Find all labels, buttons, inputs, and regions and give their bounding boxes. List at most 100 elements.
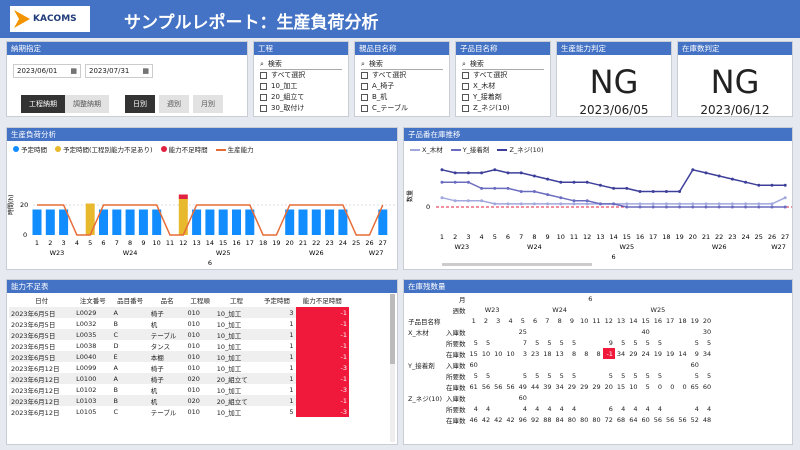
table-cell: 9	[694, 349, 699, 358]
table-cell: 10_加工	[216, 408, 242, 417]
slicer-item[interactable]: C_テーブル	[361, 103, 443, 114]
x-tick-label: 8	[128, 239, 132, 247]
table-cell: 14	[678, 349, 687, 358]
process-search-input[interactable]: ⌕ 検索	[260, 58, 342, 70]
table-cell: 19	[666, 349, 675, 358]
x-tick-label: 20	[286, 239, 294, 247]
slicer-item[interactable]: Z_ネジ(10)	[462, 103, 544, 114]
legend-item[interactable]: Y_接着剤	[450, 144, 489, 154]
column-header[interactable]: 予定時間	[258, 293, 295, 307]
table-cell: 0	[682, 382, 687, 391]
table-cell: 5	[645, 371, 650, 380]
bar-planned-shortage	[85, 203, 95, 235]
week-label: W25	[216, 249, 231, 257]
series-point	[598, 183, 602, 187]
table-cell: タンス	[150, 342, 171, 351]
scrollbar[interactable]	[390, 294, 395, 442]
table-cell: 80	[592, 415, 601, 424]
legend-item[interactable]: 能力不足時間	[160, 144, 208, 154]
stock-chart-label: 子品番在庫推移	[404, 128, 792, 141]
column-header[interactable]: 工程	[215, 293, 259, 307]
column-header[interactable]: 能力不足時間	[296, 293, 350, 307]
table-row: 所要数 5 5 7 5 5 5 5 9 5 5 5 5 5 5	[406, 337, 713, 348]
table-cell: 4	[522, 404, 527, 413]
slicer-item[interactable]: すべて選択	[260, 70, 342, 81]
calendar-icon[interactable]: ▦	[142, 65, 149, 77]
slicer-item[interactable]: すべて選択	[361, 70, 443, 81]
table-cell: 所要数	[446, 372, 466, 381]
table-cell	[504, 326, 516, 337]
table-cell	[504, 359, 516, 370]
table-cell: 88	[543, 415, 552, 424]
column-header[interactable]: 品名	[149, 293, 186, 307]
table-cell: 46	[469, 415, 478, 424]
slicer-item[interactable]: すべて選択	[462, 70, 544, 81]
legend-item[interactable]: 生産能力	[215, 144, 254, 154]
series-point	[783, 196, 787, 200]
header-row: 週数 W23 W24 W25	[406, 304, 713, 315]
due-date-process-button[interactable]: 工程納期	[21, 95, 65, 113]
y-tick-label: 0	[426, 203, 430, 211]
table-row[interactable]: 2023年6月12日 L0105 C テーブル 010 10_加工 5 -3	[9, 406, 349, 417]
slicer-item[interactable]: A_椅子	[361, 81, 443, 92]
legend-item[interactable]: Z_ネジ(10)	[497, 144, 543, 154]
company-logo: KACOMS	[10, 6, 90, 32]
table-cell: 18	[543, 349, 552, 358]
series-point	[717, 202, 721, 206]
legend-item[interactable]: 予定時間	[13, 144, 47, 154]
due-date-adjust-button[interactable]: 調整納期	[65, 95, 109, 113]
calendar-icon[interactable]: ▦	[70, 65, 77, 77]
weekly-button[interactable]: 週別	[159, 95, 189, 113]
series-point	[678, 205, 682, 209]
x-tick-label: 25	[755, 233, 763, 241]
table-cell: 40	[641, 327, 650, 336]
table-cell: 2023年6月5日	[11, 342, 56, 351]
table-cell: 5	[571, 371, 577, 380]
daily-button[interactable]: 日別	[125, 95, 155, 113]
legend-item[interactable]: X_木材	[410, 144, 443, 154]
table-cell	[541, 359, 553, 370]
table-cell: 10	[506, 349, 515, 358]
table-row[interactable]: 2023年6月12日 L0100 A 椅子 020 20_組立て 1 -1	[9, 373, 349, 384]
table-row[interactable]: 2023年6月5日 L0040 E 本棚 010 10_加工 1 -1	[9, 351, 349, 362]
table-row[interactable]: 2023年6月5日 L0038 D タンス 010 10_加工 1 -1	[9, 340, 349, 351]
table-cell: 5	[520, 316, 525, 325]
column-header[interactable]: 日付	[9, 293, 74, 307]
table-row[interactable]: 2023年6月5日 L0032 B 机 010 10_加工 1 -1	[9, 318, 349, 329]
table-row[interactable]: 2023年6月12日 L0099 A 椅子 010 10_加工 1 -3	[9, 362, 349, 373]
date-from-input[interactable]: 2023/06/01 ▦	[13, 64, 81, 78]
table-cell: 2023年6月12日	[9, 395, 75, 406]
table-cell	[676, 359, 688, 370]
monthly-button[interactable]: 月別	[193, 95, 223, 113]
child-search-input[interactable]: ⌕ 検索	[462, 58, 544, 70]
column-header[interactable]: 工程順	[186, 293, 215, 307]
date-to-input[interactable]: 2023/07/31 ▦	[85, 64, 153, 78]
table-row[interactable]: 2023年6月5日 L0035 C テーブル 010 10_加工 1 -1	[9, 329, 349, 340]
series-point	[757, 205, 761, 209]
slicer-item[interactable]: B_机	[361, 92, 443, 103]
series-point	[453, 180, 457, 184]
table-cell: 60	[518, 393, 527, 402]
table-row[interactable]: 2023年6月5日 L0029 A 椅子 010 10_加工 3 -1	[9, 307, 349, 318]
column-header[interactable]: 品目番号	[111, 293, 148, 307]
table-cell: 所要数	[446, 405, 466, 414]
legend-item[interactable]: 予定時間(工程別能力不足あり)	[55, 144, 153, 154]
parent-item-slicer: 親品目名称 ⌕ 検索 すべて選択 A_椅子 B_机 C_テーブル	[354, 41, 450, 117]
table-row[interactable]: 2023年6月12日 L0102 B 机 010 10_加工 1 -3	[9, 384, 349, 395]
x-tick-label: 9	[546, 233, 550, 241]
table-cell: 14	[629, 316, 638, 325]
parent-search-input[interactable]: ⌕ 検索	[361, 58, 443, 70]
slicer-item[interactable]: 10_加工	[260, 81, 342, 92]
series-point	[480, 199, 484, 203]
table-cell: X_木材	[408, 328, 429, 337]
slicer-item[interactable]: 20_組立て	[260, 92, 342, 103]
slicer-item[interactable]: Y_接着剤	[462, 92, 544, 103]
column-header[interactable]: 注文番号	[74, 293, 111, 307]
table-row[interactable]: 2023年6月12日 L0103 B 机 020 20_組立て 1 -1	[9, 395, 349, 406]
slicer-item[interactable]: 30_取付け	[260, 103, 342, 114]
slicer-item[interactable]: X_木材	[462, 81, 544, 92]
child-item-slicer: 子品目名称 ⌕ 検索 すべて選択 X_木材 Y_接着剤 Z_ネジ(10)	[455, 41, 551, 117]
table-cell: 8	[596, 349, 601, 358]
stock-chart-svg: 数量01 2 3 4 5 6 7 8 9 10 11 12 13 14 15 16 17 18 19 20 21 22 23…	[406, 168, 799, 266]
search-icon: ⌕	[462, 59, 466, 68]
